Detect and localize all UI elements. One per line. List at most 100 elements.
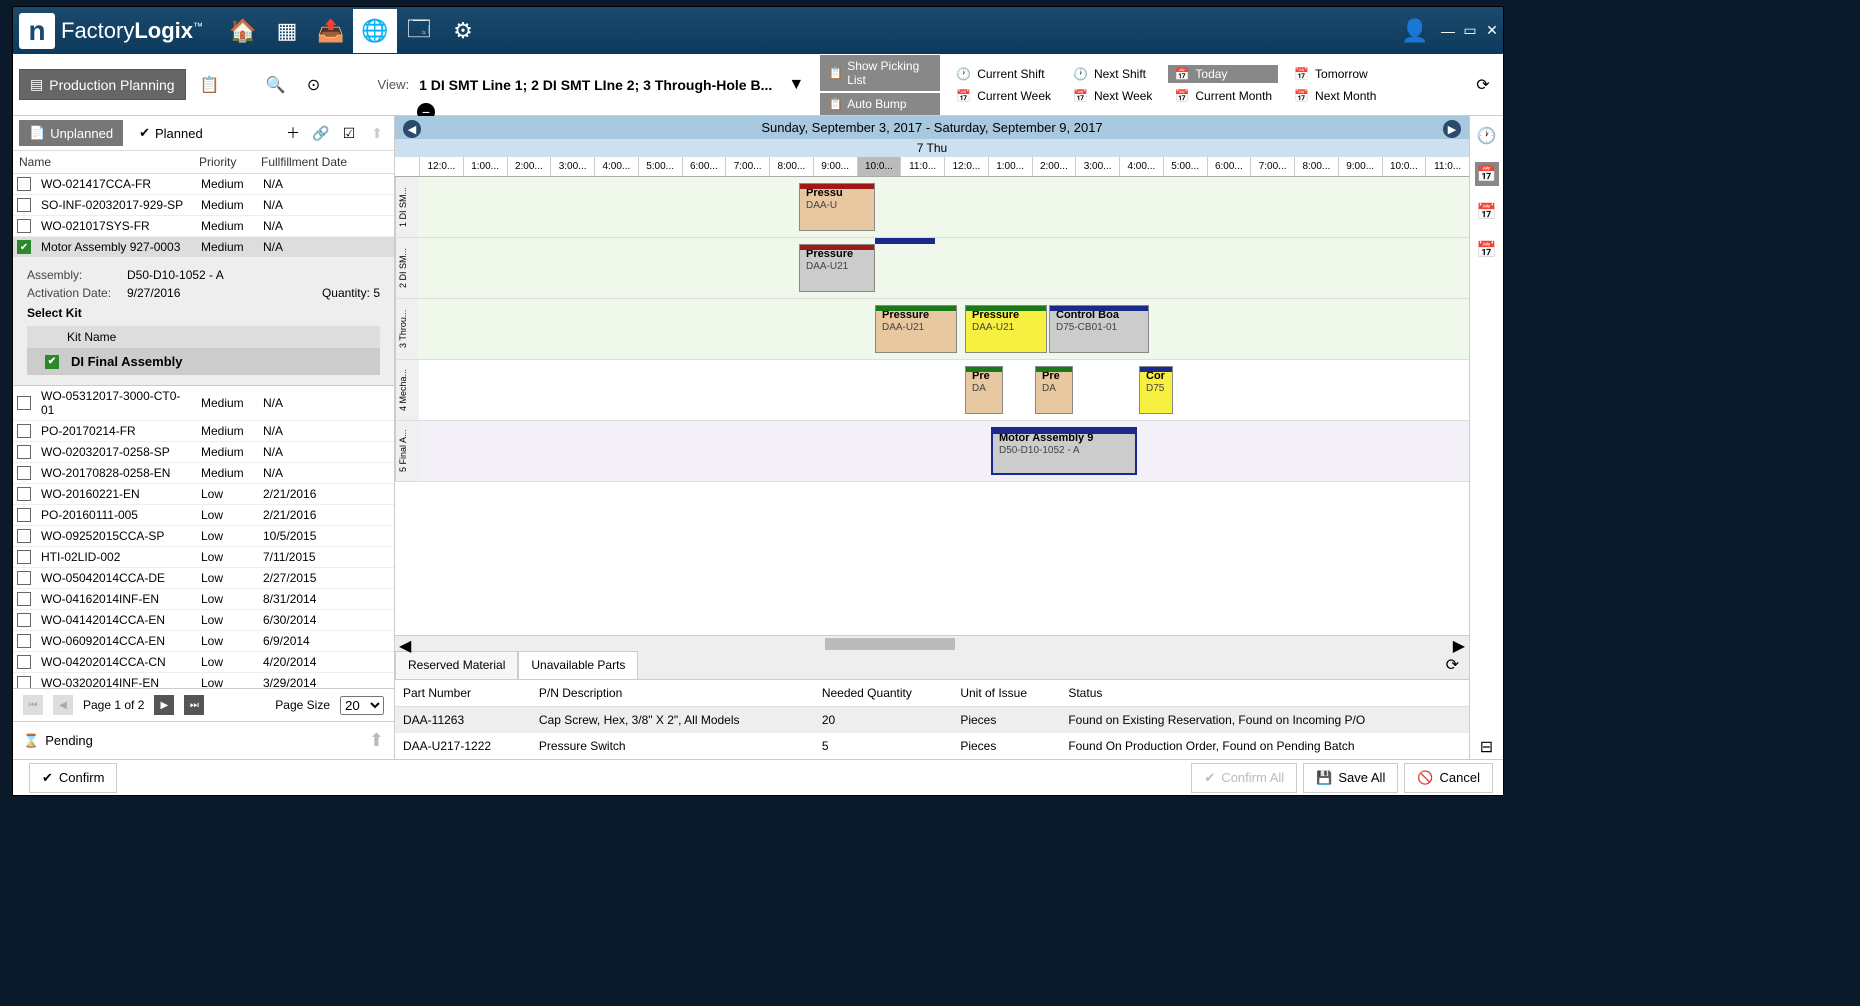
tomorrow-button[interactable]: 📅 Tomorrow <box>1288 65 1382 83</box>
home-icon[interactable]: 🏠 <box>221 9 265 53</box>
tab-planned[interactable]: ✔ Planned <box>129 120 213 146</box>
export-icon[interactable]: 📤 <box>309 9 353 53</box>
hour-cell[interactable]: 8:00... <box>1294 157 1338 176</box>
clock-view-icon[interactable]: 🕐 <box>1475 124 1499 148</box>
parts-row[interactable]: DAA-11263Cap Screw, Hex, 3/8" X 2", All … <box>395 707 1469 734</box>
today-button[interactable]: 📅 Today <box>1168 65 1278 83</box>
gantt-bar[interactable]: PreDA <box>1035 366 1073 414</box>
week-view-icon[interactable]: 📅 <box>1475 200 1499 224</box>
confirm-all-button[interactable]: ✔ Confirm All <box>1191 763 1297 793</box>
auto-bump-toggle[interactable]: 📋 Auto Bump <box>820 93 940 115</box>
h-scrollbar[interactable]: ◀▶ <box>395 635 1469 651</box>
hour-cell[interactable]: 9:00... <box>813 157 857 176</box>
wo-row[interactable]: WO-04162014INF-ENLow8/31/2014 <box>13 589 394 610</box>
wo-row[interactable]: WO-04202014CCA-CNLow4/20/2014 <box>13 652 394 673</box>
hour-cell[interactable]: 2:00... <box>1032 157 1076 176</box>
user-icon[interactable]: 👤 <box>1393 9 1437 53</box>
wo-row[interactable]: WO-02032017-0258-SPMediumN/A <box>13 442 394 463</box>
day-view-icon[interactable]: 📅 <box>1475 162 1499 186</box>
hour-cell[interactable]: 6:00... <box>682 157 726 176</box>
hour-cell[interactable]: 9:00... <box>1338 157 1382 176</box>
add-icon[interactable]: ＋ <box>282 123 304 143</box>
minimize-button[interactable]: — <box>1437 23 1459 39</box>
close-button[interactable]: ✕ <box>1481 22 1503 39</box>
lane-body[interactable]: PressureDAA-U21 <box>419 238 1469 298</box>
upload-icon[interactable]: ⬆ <box>366 125 388 142</box>
gear-icon[interactable]: ⚙ <box>441 9 485 53</box>
hour-cell[interactable]: 11:0... <box>900 157 944 176</box>
gantt-bar[interactable]: Control BoaD75-CB01-01 <box>1049 305 1149 353</box>
wo-row[interactable]: ✔Motor Assembly 927-0003MediumN/A <box>13 237 394 258</box>
current-shift-button[interactable]: 🕐 Current Shift <box>950 65 1057 83</box>
wo-row[interactable]: WO-09252015CCA-SPLow10/5/2015 <box>13 526 394 547</box>
page-last-icon[interactable]: ⏭ <box>184 695 204 715</box>
view-value[interactable]: 1 DI SMT Line 1; 2 DI SMT LIne 2; 3 Thro… <box>419 77 772 93</box>
link-icon[interactable]: 🔗 <box>310 125 332 142</box>
settings-icon[interactable]: ⊟ <box>1475 735 1499 759</box>
wo-row[interactable]: WO-021017SYS-FRMediumN/A <box>13 216 394 237</box>
save-all-button[interactable]: 💾 Save All <box>1303 763 1398 793</box>
tab-unavailable-parts[interactable]: Unavailable Parts <box>518 651 638 679</box>
gantt-bar[interactable]: PressuDAA-U <box>799 183 875 231</box>
hour-cell[interactable]: 6:00... <box>1207 157 1251 176</box>
page-size-select[interactable]: 20 <box>340 696 384 715</box>
search-icon[interactable]: 🔍 <box>262 71 290 99</box>
hour-cell[interactable]: 5:00... <box>1163 157 1207 176</box>
gantt-bar[interactable]: PressureDAA-U21 <box>965 305 1047 353</box>
hour-cell[interactable]: 12:0... <box>944 157 988 176</box>
kit-row[interactable]: ✔DI Final Assembly <box>27 348 380 375</box>
hour-cell[interactable]: 4:00... <box>594 157 638 176</box>
wo-row[interactable]: PO-20160111-005Low2/21/2016 <box>13 505 394 526</box>
hour-cell[interactable]: 5:00... <box>638 157 682 176</box>
parts-col[interactable]: Unit of Issue <box>952 680 1060 707</box>
parts-row[interactable]: DAA-U217-1222Pressure Switch5PiecesFound… <box>395 733 1469 759</box>
next-month-button[interactable]: 📅 Next Month <box>1288 87 1382 105</box>
parts-col[interactable]: P/N Description <box>531 680 814 707</box>
globe-icon[interactable]: 🌐 <box>353 9 397 53</box>
gantt-bar[interactable]: PressureDAA-U21 <box>875 305 957 353</box>
hour-cell[interactable]: 10:0... <box>1382 157 1426 176</box>
hour-cell[interactable]: 8:00... <box>769 157 813 176</box>
hour-cell[interactable]: 3:00... <box>1075 157 1119 176</box>
parts-col[interactable]: Needed Quantity <box>814 680 953 707</box>
grid-icon[interactable]: ▦ <box>265 9 309 53</box>
scroll-up-icon[interactable]: ⬆ <box>369 730 384 751</box>
show-picking-list-toggle[interactable]: 📋 Show Picking List <box>820 55 940 91</box>
parts-col[interactable]: Status <box>1060 680 1469 707</box>
wo-row[interactable]: WO-03202014INF-ENLow3/29/2014 <box>13 673 394 688</box>
prev-range-icon[interactable]: ◀ <box>403 120 421 138</box>
month-view-icon[interactable]: 📅 <box>1475 238 1499 262</box>
wo-row[interactable]: WO-05042014CCA-DELow2/27/2015 <box>13 568 394 589</box>
lane-body[interactable]: PreDA PreDA CorD75 <box>419 360 1469 420</box>
current-week-button[interactable]: 📅 Current Week <box>950 87 1057 105</box>
wo-row[interactable]: WO-021417CCA-FRMediumN/A <box>13 174 394 195</box>
tab-reserved-material[interactable]: Reserved Material <box>395 651 518 679</box>
confirm-button[interactable]: ✔ Confirm <box>29 763 117 793</box>
hour-cell[interactable]: 12:0... <box>419 157 463 176</box>
hour-cell[interactable]: 11:0... <box>1425 157 1469 176</box>
next-range-icon[interactable]: ▶ <box>1443 120 1461 138</box>
page-first-icon[interactable]: ⏮ <box>23 695 43 715</box>
hour-cell[interactable]: 1:00... <box>463 157 507 176</box>
lane-body[interactable]: PressureDAA-U21PressureDAA-U21Control Bo… <box>419 299 1469 359</box>
clipboard-icon[interactable]: 📋 <box>196 71 224 99</box>
gantt-bar[interactable]: PressureDAA-U21 <box>799 244 875 292</box>
hour-cell[interactable]: 1:00... <box>988 157 1032 176</box>
cancel-button[interactable]: 🚫 Cancel <box>1404 763 1493 793</box>
hour-cell[interactable]: 7:00... <box>725 157 769 176</box>
tab-unplanned[interactable]: 📄 Unplanned <box>19 120 123 146</box>
next-shift-button[interactable]: 🕐 Next Shift <box>1067 65 1158 83</box>
wo-row[interactable]: WO-05312017-3000-CT0-01MediumN/A <box>13 386 394 421</box>
production-planning-button[interactable]: ▤ Production Planning <box>19 69 186 100</box>
lane-body[interactable]: Motor Assembly 9D50-D10-1052 - A <box>419 421 1469 481</box>
gantt-bar[interactable]: CorD75 <box>1139 366 1173 414</box>
refresh-icon[interactable]: ⟳ <box>1469 71 1497 99</box>
wo-row[interactable]: HTI-02LID-002Low7/11/2015 <box>13 547 394 568</box>
wo-row[interactable]: PO-20170214-FRMediumN/A <box>13 421 394 442</box>
window-icon[interactable]: 🗔 <box>397 9 441 53</box>
hour-cell[interactable]: 10:0... <box>857 157 901 176</box>
current-month-button[interactable]: 📅 Current Month <box>1168 87 1278 105</box>
gantt-bar[interactable]: PreDA <box>965 366 1003 414</box>
page-prev-icon[interactable]: ◀ <box>53 695 73 715</box>
wo-row[interactable]: WO-20160221-ENLow2/21/2016 <box>13 484 394 505</box>
